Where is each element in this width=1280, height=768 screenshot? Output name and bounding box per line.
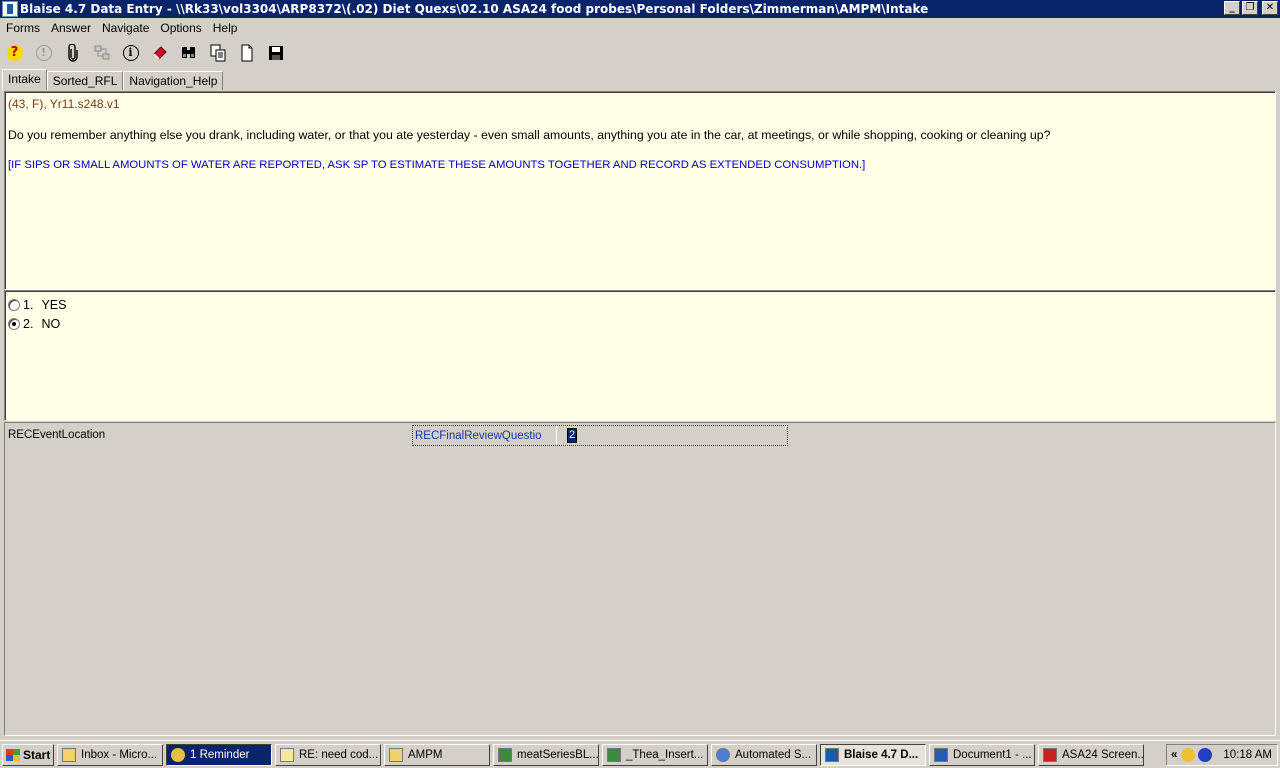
window-controls: _ ❐ ✕	[1224, 1, 1278, 15]
system-tray: « 10:18 AM	[1166, 744, 1278, 766]
eraser-button[interactable]	[148, 42, 171, 65]
save-button[interactable]	[264, 42, 287, 65]
menu-options[interactable]: Options	[156, 21, 205, 35]
taskbar-item-label: Blaise 4.7 D...	[844, 748, 919, 761]
binoculars-icon	[181, 47, 195, 58]
option-label: NO	[41, 316, 61, 331]
window-title: Blaise 4.7 Data Entry - \\Rk33\vol3304\A…	[20, 2, 929, 16]
clock[interactable]: 10:18 AM	[1223, 749, 1272, 761]
menu-answer[interactable]: Answer	[47, 21, 95, 35]
watch-window-button[interactable]	[90, 42, 113, 65]
start-button[interactable]: Start	[2, 743, 54, 766]
word-icon	[934, 747, 948, 762]
title-bar: Blaise 4.7 Data Entry - \\Rk33\vol3304\A…	[0, 0, 1280, 18]
copy-button[interactable]	[206, 42, 229, 65]
menu-forms[interactable]: Forms	[2, 21, 44, 35]
option-label: YES	[41, 297, 67, 312]
show-errors-button[interactable]: !	[32, 42, 55, 65]
field-label-rec-event-location[interactable]: RECEventLocation	[8, 429, 105, 441]
menu-bar: Forms Answer Navigate Options Help	[0, 18, 1280, 38]
field-pane: RECEventLocation RECFinalReviewQuestio 2	[4, 422, 1276, 736]
taskbar: Start Inbox - Micro... 1 Reminder RE: ne…	[0, 740, 1280, 768]
answer-panel: 1. YES 2. NO	[4, 290, 1276, 421]
folder-icon	[389, 747, 403, 762]
floppy-disk-icon	[268, 46, 283, 60]
question-id: (43, F), Yr11.s248.v1	[8, 97, 120, 111]
answer-option-yes[interactable]: 1. YES	[8, 295, 1272, 314]
network-tray-icon[interactable]	[1198, 748, 1213, 762]
blaise-app-icon[interactable]	[2, 1, 18, 17]
bell-icon	[171, 747, 185, 762]
new-form-button[interactable]	[235, 42, 258, 65]
new-page-icon	[241, 44, 252, 62]
taskbar-item[interactable]: Automated S...	[711, 743, 817, 766]
taskbar-item-label: Document1 - ...	[953, 748, 1032, 761]
taskbar-item-label: ASA24 Screen...	[1062, 748, 1144, 761]
taskbar-item-label: 1 Reminder	[190, 748, 250, 761]
windows-logo-icon	[6, 748, 20, 761]
taskbar-item-label: Inbox - Micro...	[81, 748, 158, 761]
envelope-icon	[280, 747, 294, 762]
menu-navigate[interactable]: Navigate	[98, 21, 153, 35]
info-icon: i	[122, 45, 139, 61]
excel-icon	[498, 747, 512, 762]
field-value: 2	[567, 428, 578, 443]
eraser-icon	[152, 46, 167, 60]
paperclip-icon	[67, 44, 78, 62]
tab-sorted-rfl[interactable]: Sorted_RFL	[46, 71, 124, 90]
menu-help[interactable]: Help	[209, 21, 242, 35]
option-code: 2.	[23, 316, 34, 331]
taskbar-item[interactable]: _Thea_Insert...	[602, 743, 708, 766]
taskbar-item-label: AMPM	[408, 748, 443, 761]
minimize-button[interactable]: _	[1224, 1, 1240, 15]
warning-icon: !	[35, 45, 52, 61]
question-text: Do you remember anything else you drank,…	[8, 128, 1051, 142]
restore-button[interactable]: ❐	[1242, 1, 1258, 15]
start-label: Start	[23, 747, 51, 762]
ie-icon	[716, 747, 730, 762]
network-icon	[94, 45, 109, 60]
find-button[interactable]	[177, 42, 200, 65]
taskbar-item[interactable]: 1 Reminder	[166, 743, 272, 766]
taskbar-item[interactable]: RE: need cod...	[275, 743, 381, 766]
tab-intake[interactable]: Intake	[2, 69, 47, 90]
outlook-icon	[62, 747, 76, 762]
interviewer-instruction: [IF SIPS OR SMALL AMOUNTS OF WATER ARE R…	[8, 159, 866, 171]
taskbar-item-label: RE: need cod...	[299, 748, 379, 761]
taskbar-item[interactable]: ASA24 Screen...	[1038, 743, 1144, 766]
excel-icon	[607, 747, 621, 762]
taskbar-item-label: Automated S...	[735, 748, 812, 761]
tab-navigation-help[interactable]: Navigation_Help	[123, 71, 224, 90]
active-field[interactable]: RECFinalReviewQuestio 2	[412, 425, 788, 446]
radio-no[interactable]	[8, 317, 20, 330]
taskbar-item-label: _Thea_Insert...	[626, 748, 704, 761]
help-button[interactable]: ?	[3, 42, 26, 65]
toolbar: ? ! i	[0, 40, 287, 66]
outlook-tray-icon[interactable]	[1181, 748, 1196, 762]
radio-yes[interactable]	[8, 298, 20, 311]
tab-strip: Intake Sorted_RFL Navigation_Help	[2, 69, 224, 90]
field-value-input[interactable]: 2	[556, 426, 786, 445]
taskbar-item[interactable]: Inbox - Micro...	[57, 743, 163, 766]
remark-button[interactable]	[61, 42, 84, 65]
taskbar-item[interactable]: Blaise 4.7 D...	[820, 743, 926, 766]
taskbar-item[interactable]: Document1 - ...	[929, 743, 1035, 766]
question-panel: (43, F), Yr11.s248.v1 Do you remember an…	[4, 91, 1276, 290]
info-button[interactable]: i	[119, 42, 142, 65]
field-name: RECFinalReviewQuestio	[415, 429, 542, 442]
option-code: 1.	[23, 297, 34, 312]
blaise-app-icon	[825, 747, 839, 762]
answer-option-no[interactable]: 2. NO	[8, 314, 1272, 333]
help-icon: ?	[6, 45, 23, 61]
copy-pages-icon	[210, 44, 225, 62]
taskbar-item[interactable]: meatSeriesBL...	[493, 743, 599, 766]
close-button[interactable]: ✕	[1262, 1, 1278, 15]
tray-expand-button[interactable]: «	[1171, 749, 1177, 761]
taskbar-item[interactable]: AMPM	[384, 743, 490, 766]
pdf-icon	[1043, 747, 1057, 762]
taskbar-item-label: meatSeriesBL...	[517, 748, 599, 761]
